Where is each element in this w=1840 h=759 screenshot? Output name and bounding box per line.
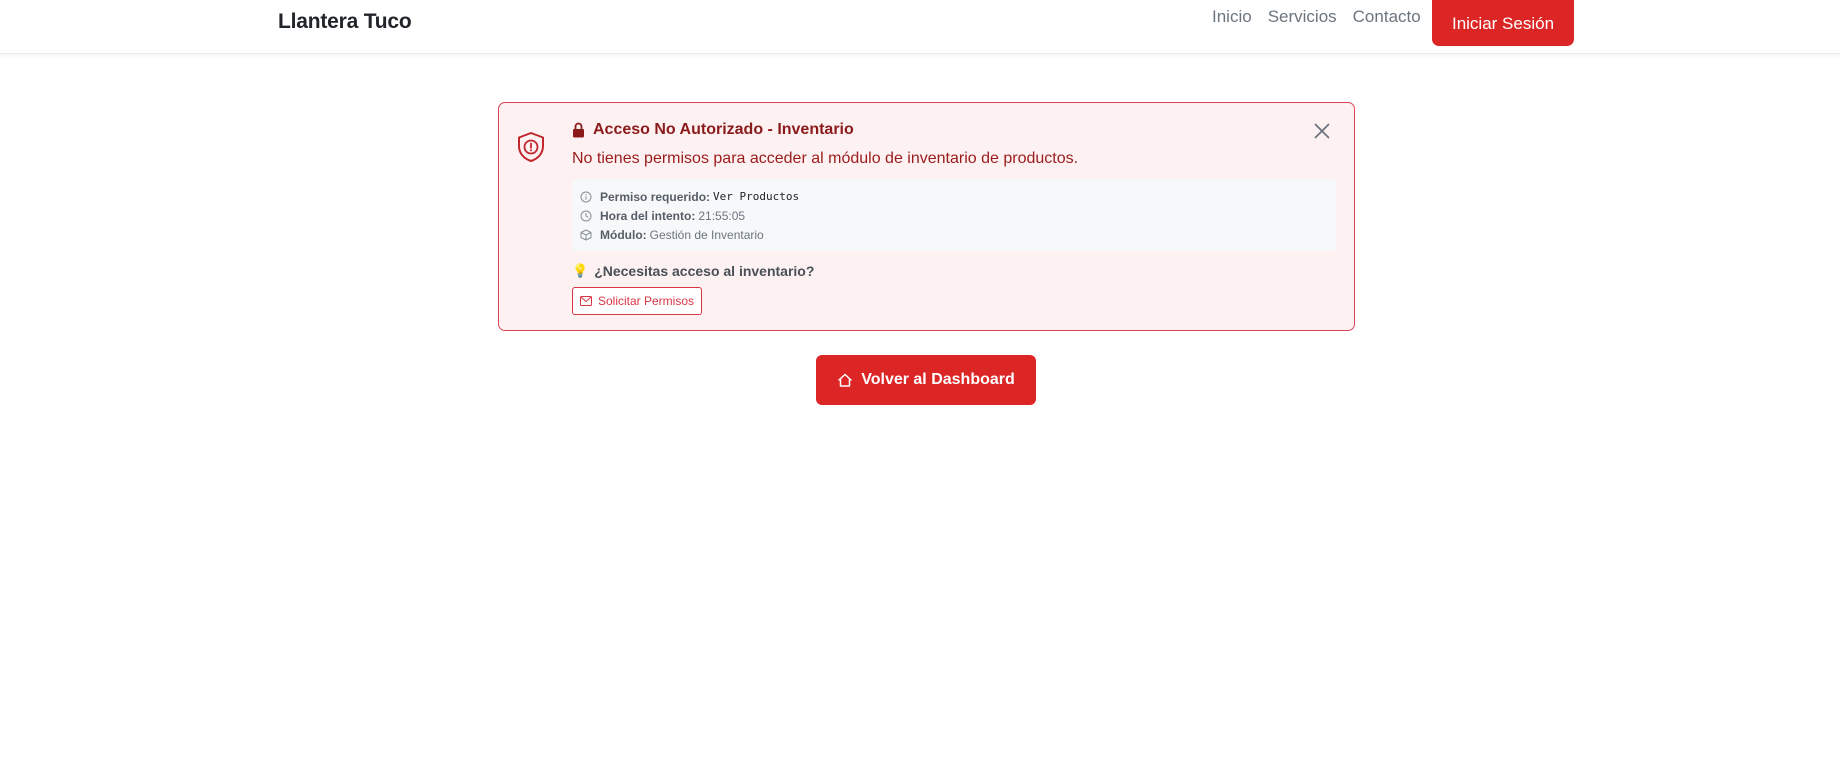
time-label: Hora del intento:: [600, 208, 696, 223]
unauthorized-alert: Acceso No Autorizado - Inventario No tie…: [498, 102, 1355, 331]
box-icon: [580, 229, 592, 240]
navbar: Llantera Tuco Inicio Servicios Contacto …: [0, 0, 1840, 54]
brand-logo[interactable]: Llantera Tuco: [278, 10, 412, 34]
detail-permission: Permiso requerido: Ver Productos: [580, 187, 1328, 206]
alert-title: Acceso No Autorizado - Inventario: [593, 121, 854, 138]
close-icon[interactable]: [1312, 121, 1332, 141]
lock-icon: [573, 122, 584, 138]
module-value: Gestión de Inventario: [649, 227, 764, 242]
request-permissions-button[interactable]: Solicitar Permisos: [572, 287, 702, 315]
time-value: 21:55:05: [698, 208, 746, 223]
shield-alert-icon: [518, 132, 544, 162]
module-label: Módulo:: [600, 227, 647, 242]
detail-module: Módulo: Gestión de Inventario: [580, 225, 1328, 244]
nav-link-servicios[interactable]: Servicios: [1268, 6, 1337, 28]
info-icon: [580, 191, 592, 202]
home-icon: [838, 373, 852, 387]
detail-time: Hora del intento: 21:55:05: [580, 206, 1328, 225]
request-permissions-label: Solicitar Permisos: [597, 294, 695, 308]
permission-label: Permiso requerido:: [600, 189, 711, 204]
permission-details: Permiso requerido: Ver Productos Hora de…: [572, 179, 1336, 251]
lightbulb-icon: 💡: [572, 263, 589, 278]
back-to-dashboard-label: Volver al Dashboard: [861, 371, 1015, 388]
login-button[interactable]: Iniciar Sesión: [1432, 0, 1574, 46]
nav-link-contacto[interactable]: Contacto: [1353, 6, 1421, 28]
nav-link-inicio[interactable]: Inicio: [1212, 6, 1252, 28]
alert-title-row: Acceso No Autorizado - Inventario: [572, 121, 854, 139]
nav-links: Inicio Servicios Contacto: [1212, 6, 1421, 28]
back-to-dashboard-button[interactable]: Volver al Dashboard: [816, 355, 1036, 405]
envelope-icon: [579, 296, 592, 306]
help-text: ¿Necesitas acceso al inventario?: [594, 263, 815, 279]
permission-value: Ver Productos: [713, 190, 800, 203]
alert-message: No tienes permisos para acceder al módul…: [572, 150, 1079, 167]
clock-icon: [580, 210, 592, 221]
help-row: 💡 ¿Necesitas acceso al inventario?: [572, 263, 814, 279]
